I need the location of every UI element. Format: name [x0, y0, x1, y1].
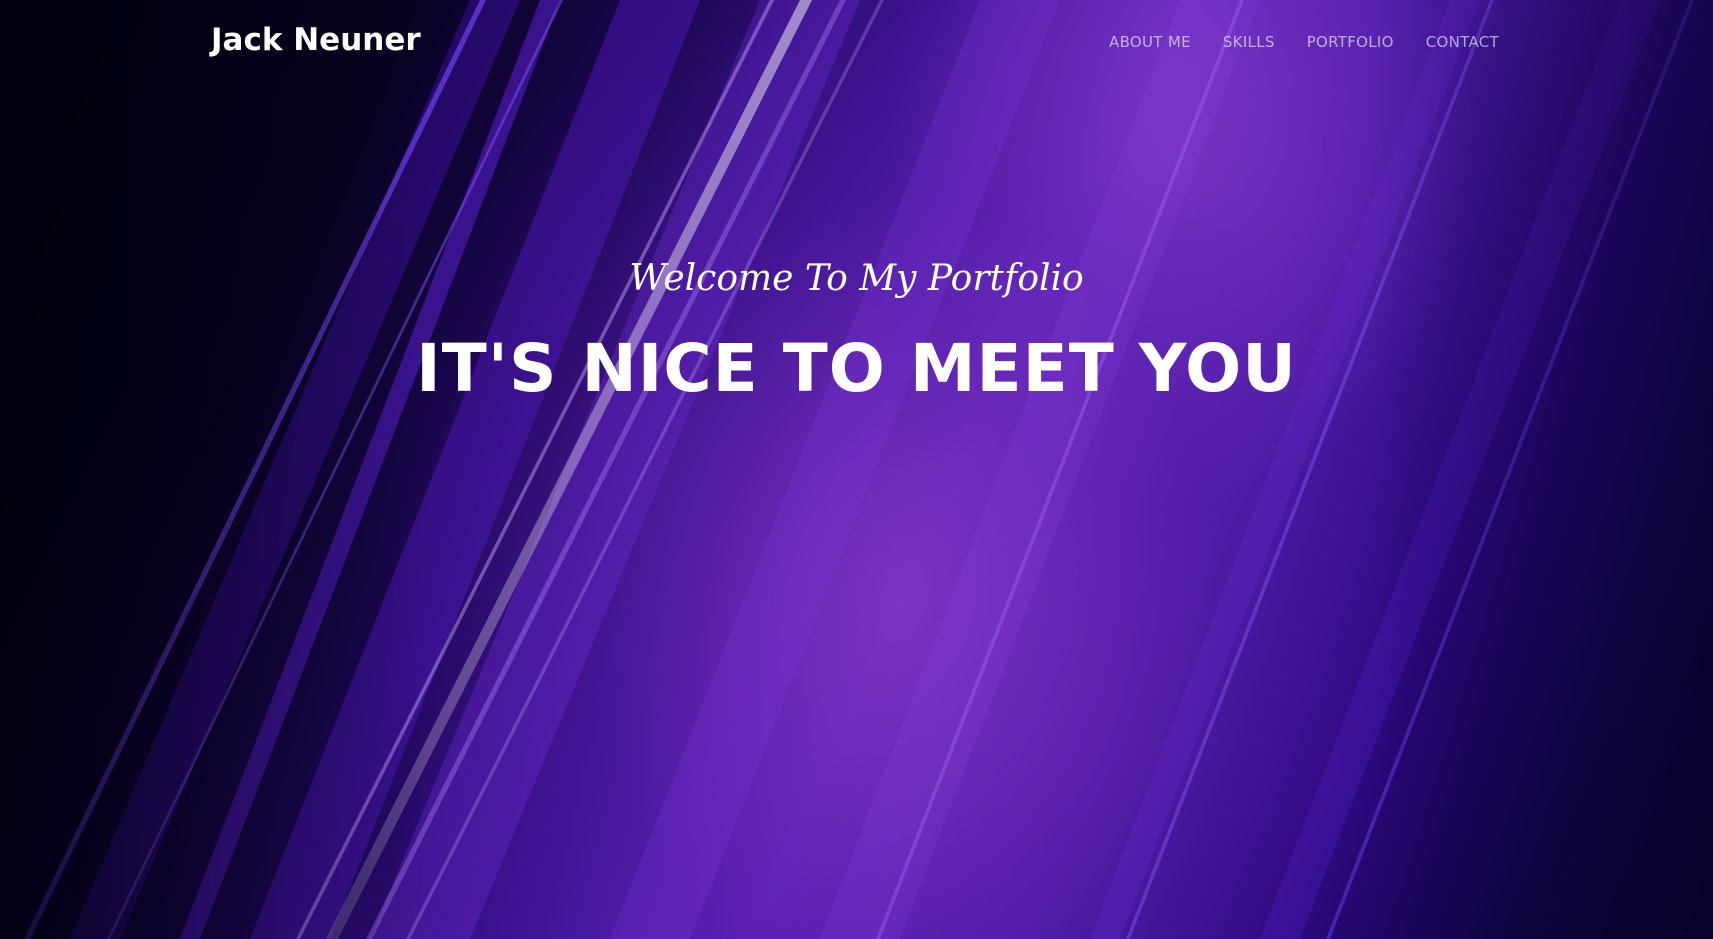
hero-heading: IT'S NICE TO MEET YOU [416, 330, 1297, 407]
nav-item-about-me: ABOUT ME [1109, 33, 1191, 52]
background-streaks [24, 0, 1694, 939]
nav-menu: ABOUT ME SKILLS PORTFOLIO CONTACT [1109, 33, 1499, 52]
nav-item-contact: CONTACT [1426, 33, 1499, 52]
hero-subheading: Welcome To My Portfolio [629, 258, 1084, 299]
nav-link-about-me[interactable]: ABOUT ME [1109, 33, 1191, 51]
nav-item-portfolio: PORTFOLIO [1307, 33, 1394, 52]
brand-logo-link[interactable]: Jack Neuner [211, 22, 421, 58]
hero-section: Jack Neuner ABOUT ME SKILLS PORTFOLIO CO… [0, 0, 1713, 939]
nav-link-skills[interactable]: SKILLS [1223, 33, 1275, 51]
top-navbar: Jack Neuner ABOUT ME SKILLS PORTFOLIO CO… [0, 0, 1713, 88]
nav-link-contact[interactable]: CONTACT [1426, 33, 1499, 51]
nav-link-portfolio[interactable]: PORTFOLIO [1307, 33, 1394, 51]
nav-item-skills: SKILLS [1223, 33, 1275, 52]
